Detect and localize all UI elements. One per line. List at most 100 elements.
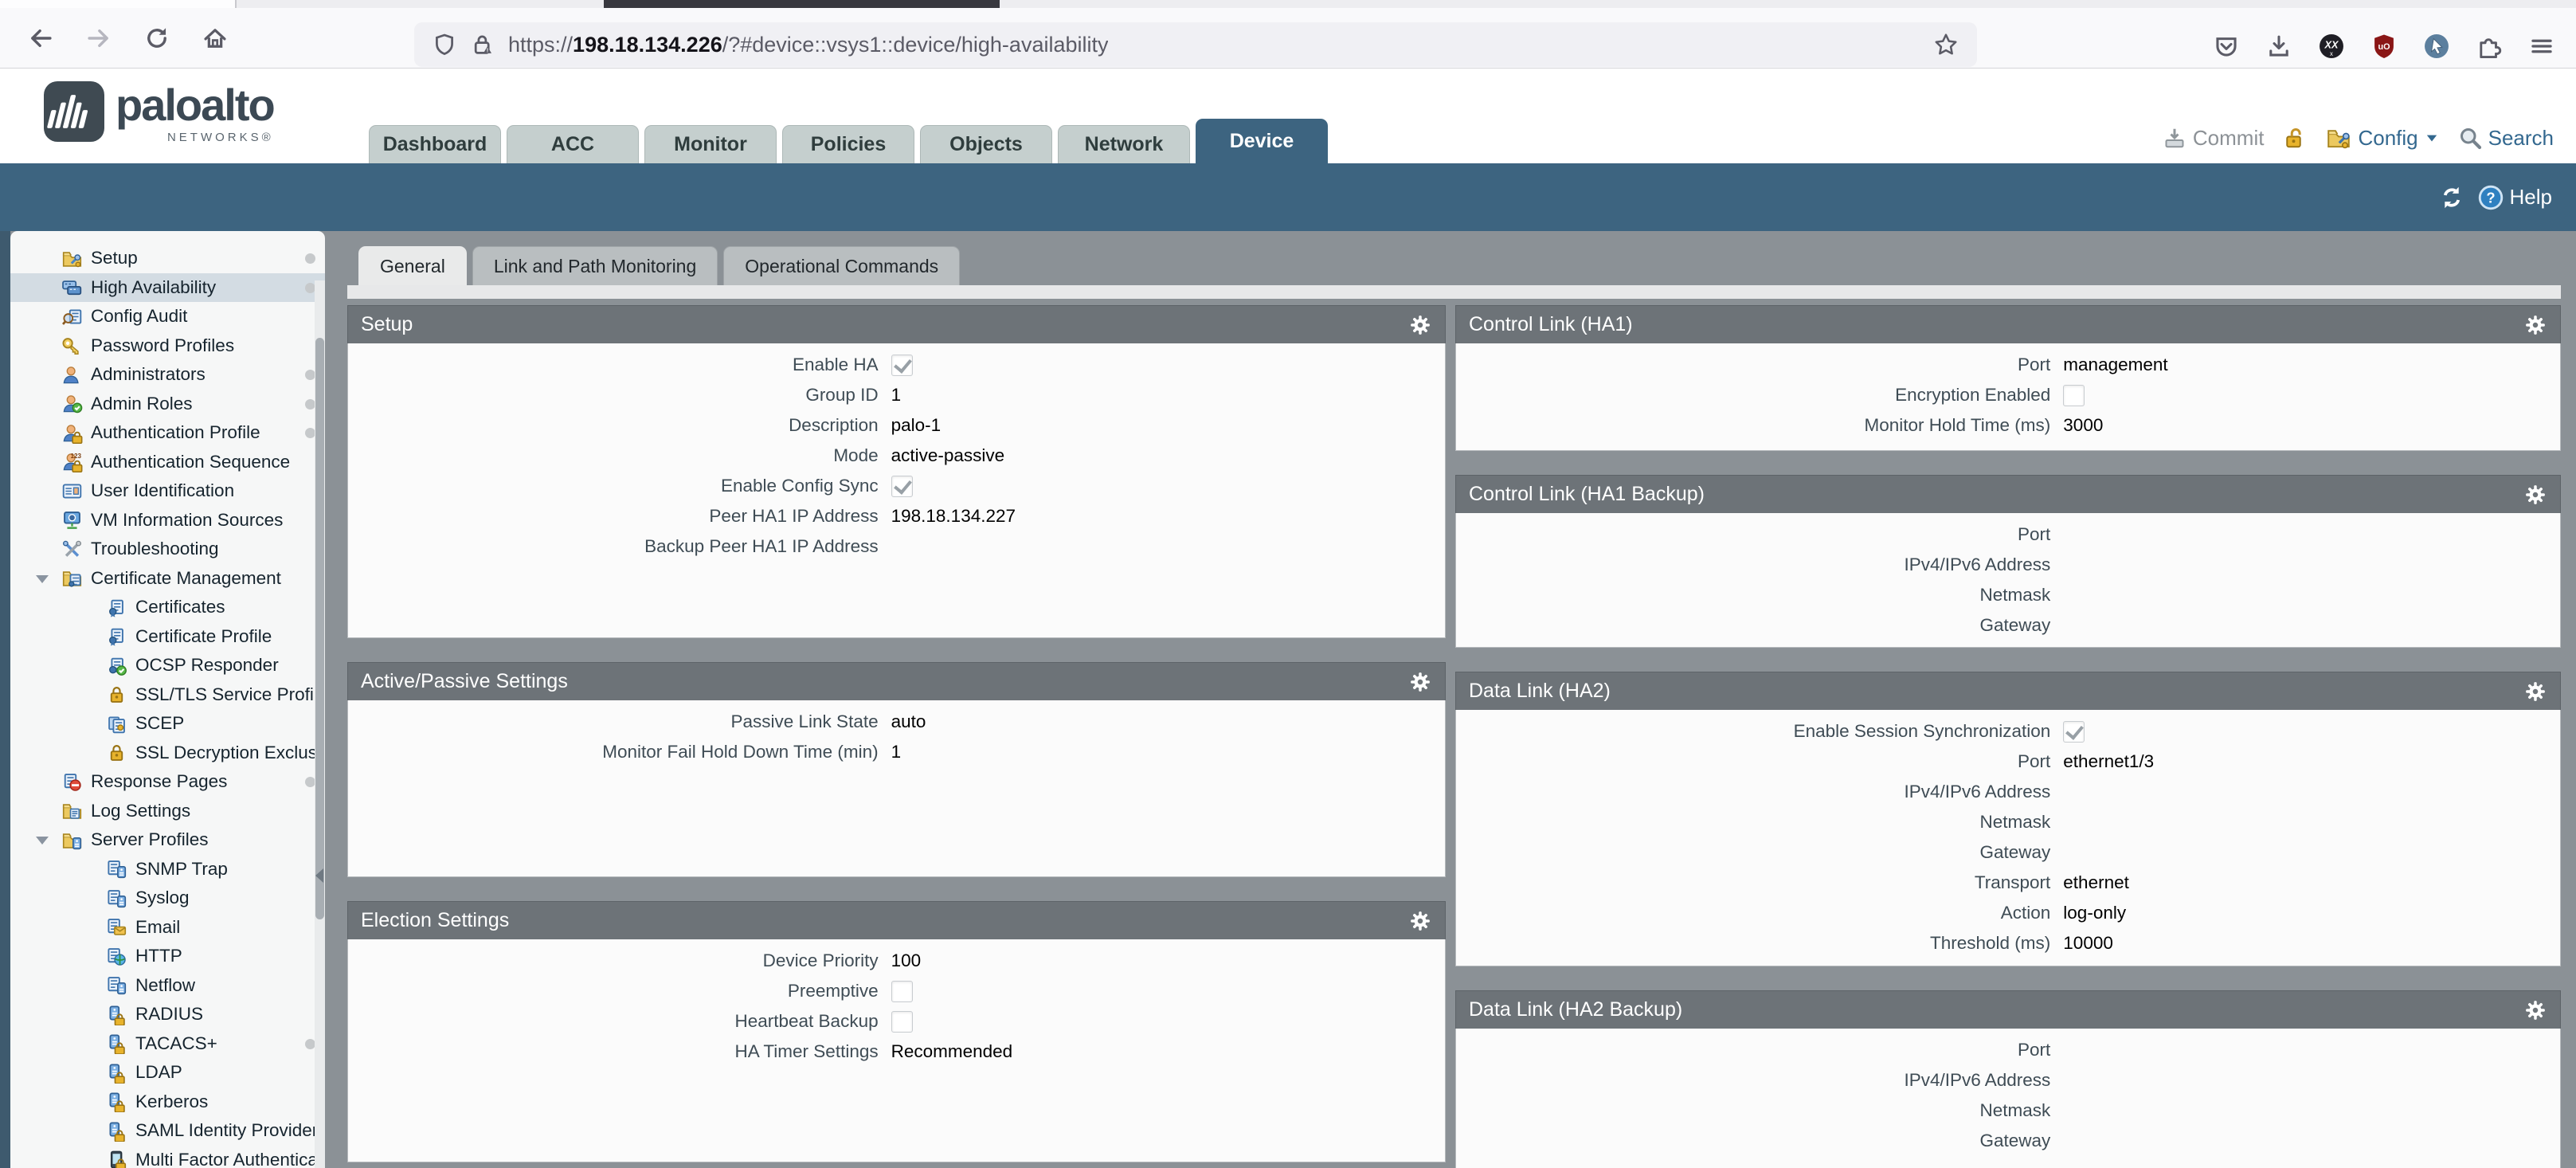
sidebar-item-troubleshooting[interactable]: Troubleshooting [10, 535, 325, 564]
sidebar-item-certificate-management[interactable]: Certificate Management [10, 564, 325, 594]
panel-title: Data Link (HA2) [1469, 680, 1611, 703]
sidebar-item-server-profiles[interactable]: Server Profiles [10, 825, 325, 855]
cert-check-icon [106, 655, 127, 676]
sidebar-item-netflow[interactable]: Netflow [10, 971, 325, 1001]
extension-dark-icon[interactable]: XXx [2318, 33, 2345, 60]
ha-icon [61, 276, 83, 298]
permissions-shield-icon[interactable] [432, 32, 457, 57]
sidebar-item-tacacs-[interactable]: TACACS+ [10, 1029, 325, 1059]
field-value: 3000 [2063, 415, 2103, 436]
ublock-icon[interactable]: uO [2370, 33, 2398, 60]
sidebar-item-saml-identity-provider[interactable]: SAML Identity Provider [10, 1116, 325, 1146]
config-menu-button[interactable]: Config [2326, 125, 2438, 151]
sidebar-scrollbar-thumb[interactable] [315, 338, 324, 919]
nav-tab-monitor[interactable]: Monitor [644, 125, 777, 163]
sidebar-item-administrators[interactable]: Administrators [10, 360, 325, 390]
checkbox-enable-config-sync[interactable] [891, 476, 913, 497]
sidebar-item-http[interactable]: HTTP [10, 942, 325, 971]
search-button[interactable]: Search [2458, 126, 2554, 151]
sidebar-item-log-settings[interactable]: Log Settings [10, 797, 325, 826]
panel-header: Control Link (HA1 Backup) [1455, 475, 2561, 513]
sidebar-item-scep[interactable]: SCEP [10, 709, 325, 739]
download-icon[interactable] [2265, 33, 2292, 60]
sidebar-item-snmp-trap[interactable]: SNMP Trap [10, 855, 325, 884]
home-icon[interactable] [198, 22, 232, 55]
nav-tab-device[interactable]: Device [1196, 119, 1328, 163]
gear-icon[interactable] [2523, 680, 2547, 704]
checkbox-heartbeat-backup[interactable] [891, 1011, 913, 1033]
checkbox-enable-session-synchronization[interactable] [2063, 721, 2085, 743]
checkbox-enable-ha[interactable] [891, 355, 913, 376]
sidebar-collapse-arrow[interactable] [315, 868, 323, 883]
gear-icon[interactable] [2523, 998, 2547, 1022]
sidebar-item-authentication-sequence[interactable]: 123Authentication Sequence [10, 448, 325, 477]
sidebar-item-email[interactable]: Email [10, 913, 325, 943]
field-row: Monitor Fail Hold Down Time (min)1 [348, 737, 1445, 767]
tools-icon [61, 539, 83, 560]
nav-tab-policies[interactable]: Policies [782, 125, 914, 163]
nav-tab-network[interactable]: Network [1058, 125, 1190, 163]
sidebar-item-ocsp-responder[interactable]: OCSP Responder [10, 651, 325, 680]
sidebar-item-label: Authentication Profile [91, 422, 260, 443]
panel-title: Election Settings [361, 909, 509, 932]
setup-icon [61, 248, 83, 269]
nav-tab-acc[interactable]: ACC [507, 125, 639, 163]
sidebar-item-certificate-profile[interactable]: Certificate Profile [10, 622, 325, 652]
sidebar-item-config-audit[interactable]: Config Audit [10, 302, 325, 331]
nav-tab-dashboard[interactable]: Dashboard [369, 125, 501, 163]
sidebar-item-multi-factor-authentication[interactable]: Multi Factor Authentication [10, 1146, 325, 1168]
gear-icon[interactable] [2523, 483, 2547, 507]
sidebar-item-password-profiles[interactable]: Password Profiles [10, 331, 325, 361]
tree-expander-icon[interactable] [36, 837, 49, 845]
sidebar-item-admin-roles[interactable]: Admin Roles [10, 390, 325, 419]
sidebar-item-ssl-decryption-exclusion[interactable]: SSL Decryption Exclusion [10, 739, 325, 768]
sidebar-scrollbar-track[interactable] [315, 280, 325, 1168]
sidebar-item-user-identification[interactable]: User Identification [10, 476, 325, 506]
content-tab-link-and-path-monitoring[interactable]: Link and Path Monitoring [472, 246, 718, 286]
sidebar-item-ssl-tls-service-profile[interactable]: SSL/TLS Service Profile [10, 680, 325, 710]
server-lock-icon [106, 1062, 127, 1084]
checkbox-encryption-enabled[interactable] [2063, 385, 2085, 406]
sidebar-item-syslog[interactable]: Syslog [10, 884, 325, 913]
pocket-icon[interactable] [2213, 33, 2240, 60]
sidebar-item-label: Authentication Sequence [91, 452, 290, 472]
bookmark-star-icon[interactable] [1932, 31, 1959, 58]
field-label: Monitor Hold Time (ms) [1456, 415, 2063, 436]
gear-icon[interactable] [1408, 909, 1432, 933]
sidebar-item-authentication-profile[interactable]: Authentication Profile [10, 418, 325, 448]
reload-icon[interactable] [140, 22, 174, 55]
field-label: IPv4/IPv6 Address [1456, 1070, 2063, 1091]
url-bar[interactable]: ! https://198.18.134.226/?#device::vsys1… [414, 22, 1977, 67]
back-icon[interactable] [24, 22, 57, 55]
tree-expander-icon[interactable] [36, 575, 49, 583]
cursor-extension-icon[interactable] [2423, 33, 2450, 60]
gear-icon[interactable] [1408, 313, 1432, 337]
help-button[interactable]: ? Help [2478, 185, 2552, 210]
sidebar-item-label: Certificate Management [91, 568, 281, 589]
lock-button[interactable] [2283, 126, 2307, 150]
content-tab-operational-commands[interactable]: Operational Commands [723, 246, 960, 286]
sidebar-item-ldap[interactable]: LDAP [10, 1058, 325, 1088]
sidebar-item-radius[interactable]: RADIUS [10, 1000, 325, 1029]
nav-tab-objects[interactable]: Objects [920, 125, 1052, 163]
sidebar-item-response-pages[interactable]: Response Pages [10, 767, 325, 797]
field-row: Gateway [1456, 1126, 2560, 1156]
sidebar-item-kerberos[interactable]: Kerberos [10, 1088, 325, 1117]
sidebar-item-vm-information-sources[interactable]: VM Information Sources [10, 506, 325, 535]
commit-button[interactable]: Commit [2163, 126, 2265, 151]
sidebar-item-certificates[interactable]: Certificates [10, 593, 325, 622]
forward-icon[interactable] [82, 22, 115, 55]
gear-icon[interactable] [1408, 670, 1432, 694]
refresh-icon[interactable] [2440, 186, 2464, 210]
lock-warning-icon[interactable]: ! [470, 32, 495, 57]
field-label: HA Timer Settings [348, 1041, 891, 1062]
title-band: ? Help [0, 163, 2576, 231]
sidebar-item-setup[interactable]: Setup [10, 244, 325, 273]
checkbox-preemptive[interactable] [891, 981, 913, 1002]
content-tab-general[interactable]: General [358, 246, 467, 286]
gear-icon[interactable] [2523, 313, 2547, 337]
sidebar-item-high-availability[interactable]: High Availability [10, 273, 325, 303]
menu-icon[interactable] [2528, 33, 2555, 60]
chevron-down-icon [2425, 131, 2439, 145]
puzzle-icon[interactable] [2476, 33, 2503, 60]
